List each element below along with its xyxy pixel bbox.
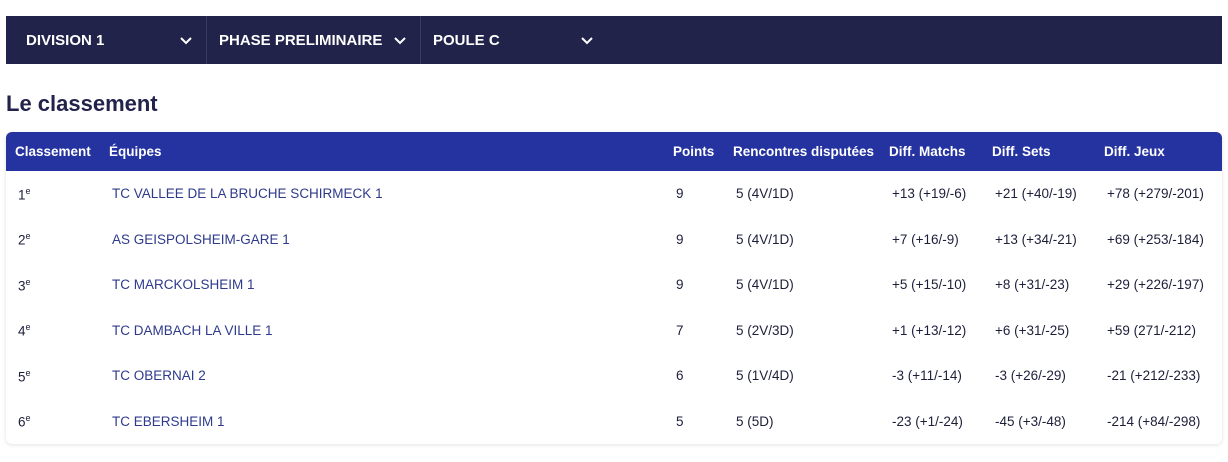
header-points: Points: [673, 144, 715, 159]
table-row: 2e AS GEISPOLSHEIM-GARE 1 9 5 (4V/1D) +7…: [6, 217, 1222, 263]
diff-jeux-cell: -214 (+84/-298): [1107, 413, 1201, 429]
rank-cell: 4e: [18, 322, 31, 339]
diff-sets-cell: +13 (+34/-21): [995, 231, 1077, 247]
division-label: DIVISION 1: [26, 31, 105, 49]
points-cell: 9: [676, 231, 684, 247]
points-cell: 6: [676, 368, 684, 384]
diff-sets-cell: +8 (+31/-23): [995, 277, 1070, 293]
team-link[interactable]: TC EBERSHEIM 1: [112, 414, 225, 429]
page-title: Le classement: [6, 91, 158, 116]
rencontres-cell: 5 (4V/1D): [736, 186, 794, 202]
diff-jeux-cell: +59 (271/-212): [1107, 322, 1196, 338]
header-rencontres: Rencontres disputées: [733, 144, 875, 159]
team-link[interactable]: TC OBERNAI 2: [112, 368, 206, 383]
table-row: 4e TC DAMBACH LA VILLE 1 7 5 (2V/3D) +1 …: [6, 308, 1222, 354]
team-link[interactable]: TC MARCKOLSHEIM 1: [112, 277, 255, 292]
rank-cell: 1e: [18, 185, 31, 203]
rank-cell: 6e: [18, 413, 31, 430]
table-header-row: Classement Équipes Points Rencontres dis…: [6, 132, 1222, 171]
diff-sets-cell: -45 (+3/-48): [995, 413, 1066, 429]
rencontres-cell: 5 (1V/4D): [736, 368, 794, 384]
team-cell: TC VALLEE DE LA BRUCHE SCHIRMECK 1: [100, 171, 664, 217]
diff-sets-cell: +6 (+31/-25): [995, 322, 1070, 338]
diff-sets-cell: +21 (+40/-19): [995, 186, 1077, 202]
standings-table-card: Classement Équipes Points Rencontres dis…: [6, 132, 1222, 444]
diff-matchs-cell: -3 (+11/-14): [892, 368, 962, 384]
team-link[interactable]: AS GEISPOLSHEIM-GARE 1: [112, 232, 290, 247]
header-diff-sets: Diff. Sets: [992, 144, 1051, 159]
rank-cell: 5e: [18, 367, 31, 385]
diff-jeux-cell: +29 (+226/-197): [1107, 277, 1204, 293]
rencontres-cell: 5 (4V/1D): [736, 231, 794, 247]
diff-matchs-cell: -23 (+1/-24): [892, 413, 963, 429]
table-row: 3e TC MARCKOLSHEIM 1 9 5 (4V/1D) +5 (+15…: [6, 262, 1222, 308]
phase-dropdown[interactable]: PHASE PRELIMINAIRE: [207, 16, 421, 64]
rencontres-cell: 5 (4V/1D): [736, 277, 794, 293]
team-cell: TC MARCKOLSHEIM 1: [100, 262, 664, 308]
team-link[interactable]: TC DAMBACH LA VILLE 1: [112, 323, 273, 338]
diff-matchs-cell: +7 (+16/-9): [892, 231, 959, 247]
rank-cell: 3e: [18, 276, 31, 294]
standings-table: Classement Équipes Points Rencontres dis…: [6, 132, 1222, 444]
diff-jeux-cell: +78 (+279/-201): [1107, 186, 1204, 202]
diff-jeux-cell: +69 (+253/-184): [1107, 231, 1204, 247]
points-cell: 5: [676, 413, 684, 429]
table-row: 1e TC VALLEE DE LA BRUCHE SCHIRMECK 1 9 …: [6, 171, 1222, 217]
points-cell: 9: [676, 186, 684, 202]
division-dropdown[interactable]: DIVISION 1: [6, 16, 207, 64]
poule-dropdown[interactable]: POULE C: [421, 16, 607, 64]
header-diff-jeux: Diff. Jeux: [1104, 144, 1165, 159]
header-classement: Classement: [15, 144, 91, 159]
team-link[interactable]: TC VALLEE DE LA BRUCHE SCHIRMECK 1: [112, 186, 383, 201]
points-cell: 9: [676, 277, 684, 293]
diff-matchs-cell: +13 (+19/-6): [892, 186, 967, 202]
header-diff-matchs: Diff. Matchs: [889, 144, 966, 159]
chevron-down-icon: [581, 37, 593, 45]
table-row: 6e TC EBERSHEIM 1 5 5 (5D) -23 (+1/-24) …: [6, 399, 1222, 445]
rencontres-cell: 5 (2V/3D): [736, 322, 794, 338]
diff-sets-cell: -3 (+26/-29): [995, 368, 1066, 384]
team-cell: TC OBERNAI 2: [100, 353, 664, 399]
poule-label: POULE C: [433, 31, 500, 49]
diff-matchs-cell: +1 (+13/-12): [892, 322, 967, 338]
header-equipes: Équipes: [109, 144, 162, 159]
filter-bar: DIVISION 1 PHASE PRELIMINAIRE POULE C: [6, 16, 1222, 64]
rank-cell: 2e: [18, 231, 31, 248]
team-cell: AS GEISPOLSHEIM-GARE 1: [100, 217, 664, 263]
chevron-down-icon: [394, 37, 406, 45]
phase-label: PHASE PRELIMINAIRE: [219, 31, 383, 49]
points-cell: 7: [676, 322, 684, 338]
diff-matchs-cell: +5 (+15/-10): [892, 277, 967, 293]
team-cell: TC EBERSHEIM 1: [100, 399, 664, 445]
chevron-down-icon: [180, 37, 192, 45]
diff-jeux-cell: -21 (+212/-233): [1107, 368, 1201, 384]
team-cell: TC DAMBACH LA VILLE 1: [100, 308, 664, 354]
rencontres-cell: 5 (5D): [736, 413, 774, 429]
table-row: 5e TC OBERNAI 2 6 5 (1V/4D) -3 (+11/-14)…: [6, 353, 1222, 399]
